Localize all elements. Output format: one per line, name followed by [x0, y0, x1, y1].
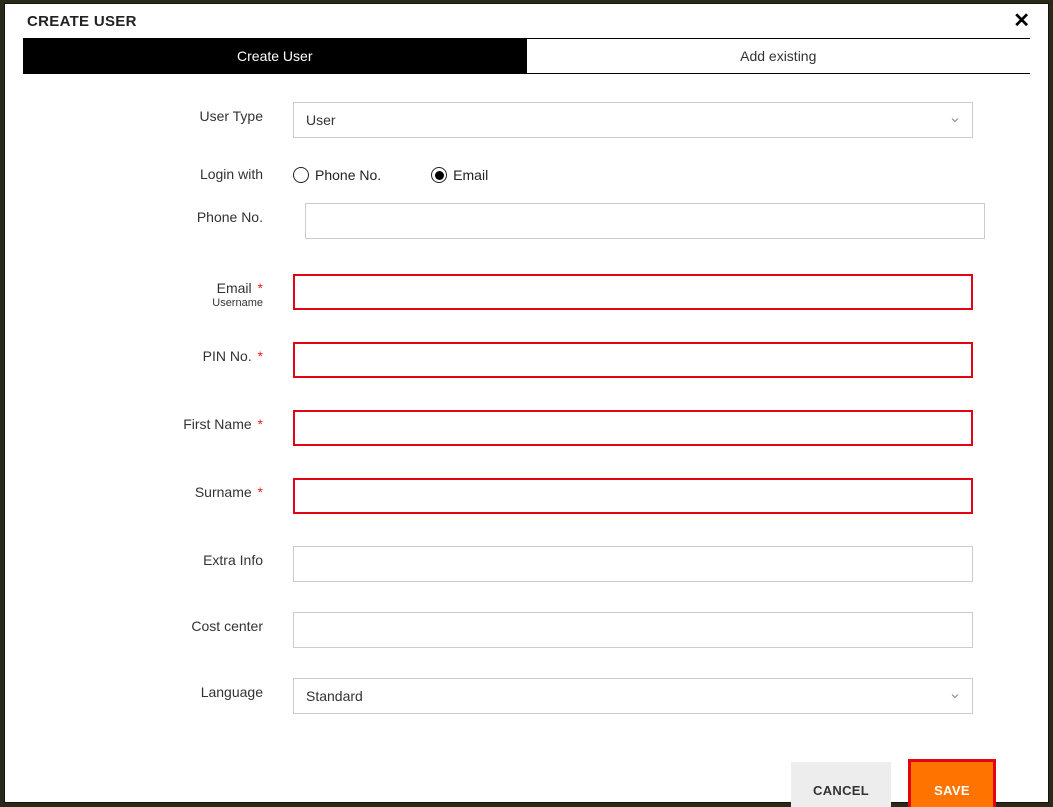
pin-input[interactable] [293, 342, 973, 378]
row-extra-info: Extra Info [45, 546, 973, 582]
row-surname: Surname * [45, 478, 973, 514]
select-language-wrap: Standard [293, 678, 973, 714]
required-marker: * [258, 416, 263, 432]
close-icon[interactable]: ✕ [1013, 11, 1030, 31]
label-language-text: Language [201, 684, 263, 700]
row-first-name: First Name * [45, 410, 973, 446]
modal-header: CREATE USER ✕ [5, 4, 1048, 38]
label-user-type-text: User Type [199, 108, 263, 124]
label-first-name: First Name * [45, 410, 293, 432]
row-phone: Phone No. [45, 203, 973, 239]
select-language[interactable]: Standard [293, 678, 973, 714]
save-button[interactable]: SAVE [911, 762, 993, 807]
label-phone-text: Phone No. [197, 209, 263, 225]
radio-email[interactable]: Email [431, 167, 488, 183]
first-name-input[interactable] [293, 410, 973, 446]
label-extra-info: Extra Info [45, 546, 293, 568]
label-phone: Phone No. [45, 203, 293, 225]
tab-create-user[interactable]: Create User [23, 39, 527, 73]
label-cost-center: Cost center [45, 612, 293, 634]
radio-email-label: Email [453, 167, 488, 183]
required-marker: * [258, 348, 263, 364]
label-email-text: Email [217, 280, 252, 296]
select-user-type-wrap: User [293, 102, 973, 138]
cost-center-input[interactable] [293, 612, 973, 648]
required-marker: * [258, 280, 263, 296]
row-pin: PIN No. * [45, 342, 973, 378]
radio-group-login: Phone No. Email [293, 163, 973, 183]
label-first-name-text: First Name [183, 416, 251, 432]
label-surname: Surname * [45, 478, 293, 500]
label-email: Email * Username [45, 274, 293, 309]
radio-icon [293, 167, 309, 183]
radio-phone-label: Phone No. [315, 167, 381, 183]
tab-add-existing[interactable]: Add existing [527, 39, 1031, 73]
label-user-type: User Type [45, 102, 293, 124]
cancel-button[interactable]: CANCEL [791, 762, 891, 807]
label-surname-text: Surname [195, 484, 252, 500]
label-extra-info-text: Extra Info [203, 552, 263, 568]
select-user-type[interactable]: User [293, 102, 973, 138]
row-language: Language Standard [45, 678, 973, 714]
form: User Type User Login with [5, 74, 1048, 734]
label-pin-text: PIN No. [203, 348, 252, 364]
required-marker: * [258, 484, 263, 500]
email-input[interactable] [293, 274, 973, 310]
row-user-type: User Type User [45, 102, 973, 138]
create-user-modal: CREATE USER ✕ Create User Add existing U… [5, 4, 1048, 802]
footer: CANCEL SAVE [5, 734, 1048, 807]
label-pin: PIN No. * [45, 342, 293, 364]
label-login-with-text: Login with [200, 166, 263, 182]
label-email-sub: Username [45, 297, 263, 309]
modal-title: CREATE USER [27, 13, 137, 30]
surname-input[interactable] [293, 478, 973, 514]
label-language: Language [45, 678, 293, 700]
radio-phone[interactable]: Phone No. [293, 167, 381, 183]
row-cost-center: Cost center [45, 612, 973, 648]
label-cost-center-text: Cost center [191, 618, 263, 634]
row-login-with: Login with Phone No. Email [45, 163, 973, 183]
label-login-with: Login with [45, 163, 293, 182]
radio-icon [431, 167, 447, 183]
extra-info-input[interactable] [293, 546, 973, 582]
row-email: Email * Username [45, 274, 973, 310]
tabs: Create User Add existing [23, 38, 1030, 74]
phone-input[interactable] [305, 203, 985, 239]
